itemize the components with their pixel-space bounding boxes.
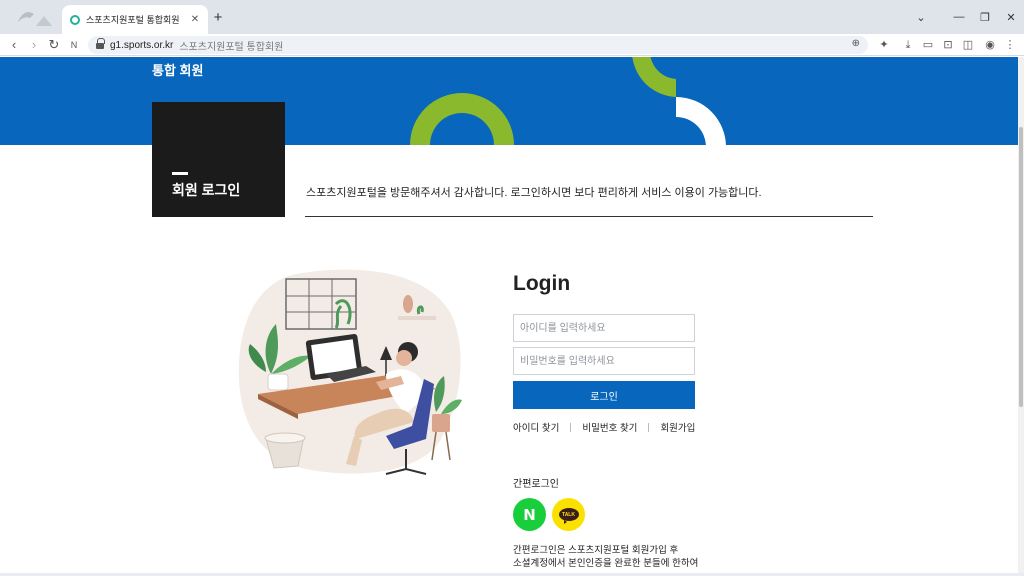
- welcome-message: 스포츠지원포털을 방문해주셔서 감사합니다. 로그인하시면 보다 편리하게 서비…: [306, 187, 762, 199]
- browser-address-bar: ‹ › ↻ N g1.sports.or.kr 스포츠지원포털 통합회원 ⊕ ✦…: [0, 34, 1024, 56]
- section-title-box: 회원 로그인: [152, 102, 285, 217]
- restore-icon[interactable]: ❐: [972, 11, 998, 24]
- workspace-illustration: [238, 269, 462, 475]
- tab-close-icon[interactable]: ✕: [188, 14, 202, 25]
- login-button[interactable]: 로그인: [513, 381, 695, 409]
- scrollbar-thumb[interactable]: [1019, 127, 1023, 407]
- site-favicon-icon: [70, 14, 80, 25]
- menu-icon[interactable]: ⋮: [1002, 37, 1018, 53]
- minimize-icon[interactable]: —: [946, 11, 972, 23]
- reload-icon[interactable]: ↻: [46, 37, 62, 53]
- url-text: g1.sports.or.kr: [110, 39, 174, 51]
- account-links: 아이디 찾기 비밀번호 찾기 회원가입: [513, 420, 695, 434]
- id-input[interactable]: [513, 314, 695, 342]
- close-window-icon[interactable]: ✕: [998, 11, 1024, 24]
- new-tab-button[interactable]: +: [211, 10, 225, 25]
- find-password-link[interactable]: 비밀번호 찾기: [582, 420, 637, 434]
- naver-icon: N: [523, 505, 536, 524]
- naver-login-button[interactable]: N: [513, 498, 546, 531]
- section-title: 회원 로그인: [172, 182, 241, 198]
- link-separator: [570, 422, 572, 432]
- tab-title: 스포츠지원포털 통합회원: [86, 15, 180, 25]
- download-icon[interactable]: ⤓: [900, 37, 916, 53]
- window-controls: ⌄ — ❐ ✕: [908, 0, 1024, 34]
- browser-tab-bar: 스포츠지원포털 통합회원 ✕ + ⌄ — ❐ ✕: [0, 0, 1024, 34]
- password-input[interactable]: [513, 347, 695, 375]
- forward-icon[interactable]: ›: [26, 37, 42, 53]
- hero-title: 통합 회원: [152, 63, 204, 78]
- find-id-link[interactable]: 아이디 찾기: [513, 420, 559, 434]
- kakao-talk-icon: TALK: [558, 508, 579, 524]
- naver-whale-icon[interactable]: N: [66, 37, 82, 53]
- easy-login-note-line1: 간편로그인은 스포츠지원포털 회원가입 후: [513, 545, 679, 556]
- sidebar-icon[interactable]: ◫: [960, 37, 976, 53]
- zoom-icon[interactable]: ⊕: [852, 38, 860, 49]
- tab-strip-decoration: [18, 12, 52, 26]
- screenshot-icon[interactable]: ⊡: [940, 37, 956, 53]
- active-tab[interactable]: 스포츠지원포털 통합회원 ✕: [62, 5, 208, 34]
- divider: [305, 216, 873, 217]
- kakao-login-button[interactable]: TALK: [552, 498, 585, 531]
- url-bar[interactable]: g1.sports.or.kr 스포츠지원포털 통합회원 ⊕: [88, 36, 868, 54]
- url-page-title: 스포츠지원포털 통합회원: [179, 41, 284, 53]
- easy-login-title: 간편로그인: [513, 479, 559, 490]
- page-scrollbar[interactable]: [1018, 57, 1024, 576]
- easy-login-note: 간편로그인은 스포츠지원포털 회원가입 후 소셜계정에서 본인인증을 완료한 분…: [513, 544, 713, 570]
- extensions-icon[interactable]: ✦: [876, 37, 892, 53]
- profile-icon[interactable]: ◉: [982, 37, 998, 53]
- lock-icon: [96, 38, 105, 49]
- tab-search-icon[interactable]: ⌄: [908, 11, 934, 24]
- login-heading: Login: [513, 272, 571, 295]
- back-icon[interactable]: ‹: [6, 37, 22, 53]
- page-content: 통합 회원 회원 로그인 스포츠지원포털을 방문해주셔서 감사합니다. 로그인하…: [0, 57, 1024, 576]
- signup-link[interactable]: 회원가입: [660, 420, 695, 434]
- title-accent-bar: [172, 172, 188, 175]
- cast-icon[interactable]: ▭: [920, 37, 936, 53]
- link-separator: [648, 422, 650, 432]
- easy-login-note-line2: 소셜계정에서 본인인증을 완료한 분들에 한하여: [513, 558, 699, 569]
